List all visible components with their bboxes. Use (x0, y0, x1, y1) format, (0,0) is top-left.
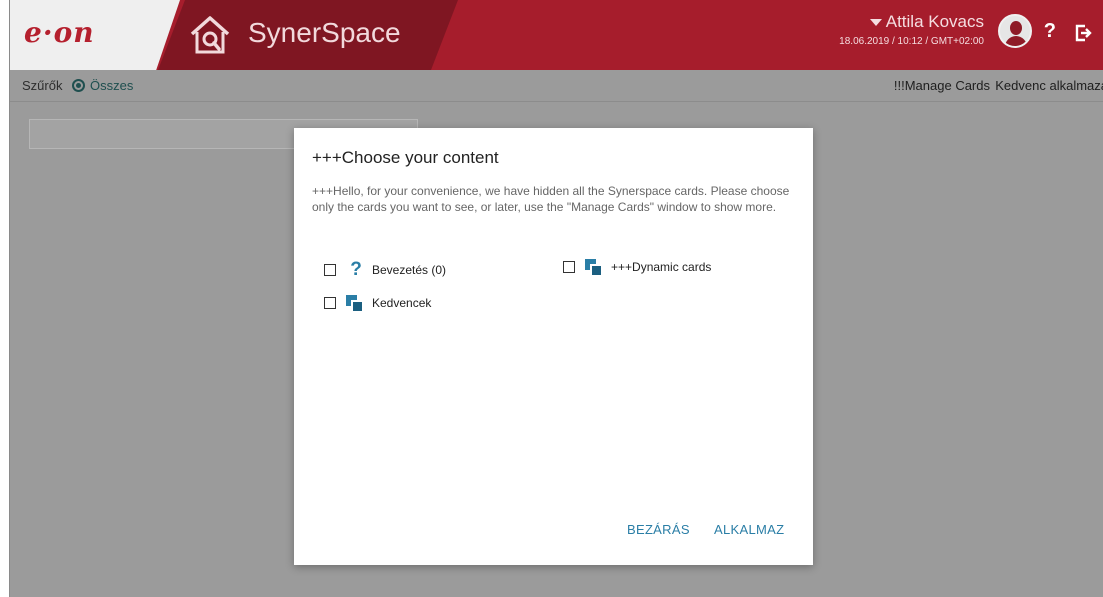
manage-cards-link[interactable]: !!!Manage Cards (894, 78, 990, 93)
option-dynamic-cards[interactable]: +++Dynamic cards (563, 259, 711, 275)
close-button[interactable]: BEZÁRÁS (627, 522, 690, 537)
filter-all-radio[interactable] (72, 79, 85, 92)
user-menu[interactable]: Attila Kovacs 18.06.2019 / 10:12 / GMT+0… (839, 12, 984, 47)
option-bevezetes[interactable]: ? Bevezetés (0) (324, 259, 446, 281)
option-kedvencek-checkbox[interactable] (324, 297, 336, 309)
filter-all-label[interactable]: Összes (90, 78, 133, 93)
avatar-head-shape (1010, 21, 1022, 35)
option-kedvencek-label[interactable]: Kedvencek (372, 296, 431, 310)
filters-label: Szűrők (22, 78, 63, 93)
avatar-body-shape (1005, 36, 1027, 46)
option-bevezetes-checkbox[interactable] (324, 264, 336, 276)
user-name-row[interactable]: Attila Kovacs (839, 12, 984, 32)
question-icon: ? (350, 259, 362, 280)
dialog-title: +++Choose your content (312, 148, 499, 167)
avatar[interactable] (998, 14, 1032, 48)
cards-icon (585, 259, 601, 275)
logout-icon[interactable] (1074, 24, 1092, 42)
eon-logo[interactable]: e·on (24, 16, 95, 49)
favorite-apps-link[interactable]: Kedvenc alkalmazá (995, 78, 1103, 93)
filter-bar: Szűrők Összes !!!Manage Cards Kedvenc al… (10, 70, 1103, 102)
apply-button[interactable]: ALKALMAZ (714, 522, 784, 537)
home-icon[interactable] (188, 14, 232, 56)
app-title: SynerSpace (248, 17, 401, 48)
user-datetime: 18.06.2019 / 10:12 / GMT+02:00 (839, 36, 984, 47)
app-header: e·on SynerSpace Attila Kovacs 18.06.2019… (10, 0, 1103, 70)
caret-down-icon (869, 19, 882, 27)
option-dynamic-cards-checkbox[interactable] (563, 261, 575, 273)
user-name: Attila Kovacs (885, 12, 984, 31)
cards-icon (346, 295, 362, 311)
help-icon[interactable]: ? (1044, 20, 1056, 43)
option-kedvencek[interactable]: Kedvencek (324, 295, 431, 311)
option-dynamic-cards-label[interactable]: +++Dynamic cards (611, 260, 711, 274)
choose-content-dialog: +++Choose your content +++Hello, for you… (294, 128, 813, 565)
dialog-description: +++Hello, for your convenience, we have … (312, 184, 790, 214)
option-bevezetes-label[interactable]: Bevezetés (0) (372, 263, 446, 277)
